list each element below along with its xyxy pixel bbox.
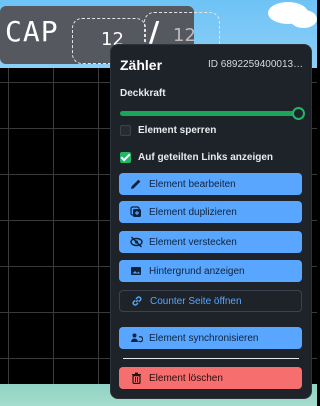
background-image-icon [129, 264, 143, 278]
checkbox-unchecked[interactable] [120, 124, 131, 136]
edit-element-label: Element bearbeiten [149, 178, 236, 190]
duplicate-element-button[interactable]: Element duplizieren [119, 201, 302, 223]
eye-off-icon [129, 235, 143, 249]
opacity-slider[interactable] [120, 107, 305, 121]
lock-element-checkbox[interactable]: Element sperren [120, 123, 216, 137]
menu-header: Zähler ID 689225940001322... [120, 57, 308, 75]
trash-icon [129, 371, 143, 385]
pencil-icon [129, 177, 143, 191]
menu-divider [123, 358, 299, 359]
cloud [290, 10, 317, 28]
menu-title: Zähler [120, 57, 163, 73]
opacity-label: Deckkraft [120, 88, 166, 99]
show-background-button[interactable]: Hintergrund anzeigen [119, 260, 302, 282]
counter-label: CAP [5, 15, 59, 48]
sync-user-icon [129, 331, 143, 345]
show-background-label: Hintergrund anzeigen [149, 265, 245, 277]
delete-element-label: Element löschen [149, 372, 223, 384]
show-on-shared-links-checkbox[interactable]: Auf geteilten Links anzeigen [120, 150, 273, 164]
duplicate-element-label: Element duplizieren [149, 206, 237, 218]
checkbox-checked[interactable] [120, 151, 131, 163]
sync-element-button[interactable]: Element synchronisieren [119, 327, 302, 349]
opacity-slider-track [120, 111, 298, 116]
open-counter-page-button[interactable]: Counter Seite öffnen [119, 290, 302, 312]
sync-element-label: Element synchronisieren [149, 332, 259, 344]
lock-element-label: Element sperren [138, 124, 217, 136]
hide-element-label: Element verstecken [149, 236, 237, 248]
link-icon [130, 294, 144, 308]
hide-element-button[interactable]: Element verstecken [119, 231, 302, 253]
counter-secondary-value: 12 [173, 25, 196, 46]
element-id: ID 689225940001322... [208, 59, 308, 70]
edit-element-button[interactable]: Element bearbeiten [119, 173, 302, 195]
show-on-shared-links-label: Auf geteilten Links anzeigen [138, 151, 274, 163]
duplicate-icon [129, 205, 143, 219]
element-context-menu: Zähler ID 689225940001322... Deckkraft E… [110, 44, 312, 399]
delete-element-button[interactable]: Element löschen [119, 367, 302, 389]
open-counter-page-label: Counter Seite öffnen [150, 295, 242, 307]
opacity-slider-thumb[interactable] [292, 107, 305, 120]
